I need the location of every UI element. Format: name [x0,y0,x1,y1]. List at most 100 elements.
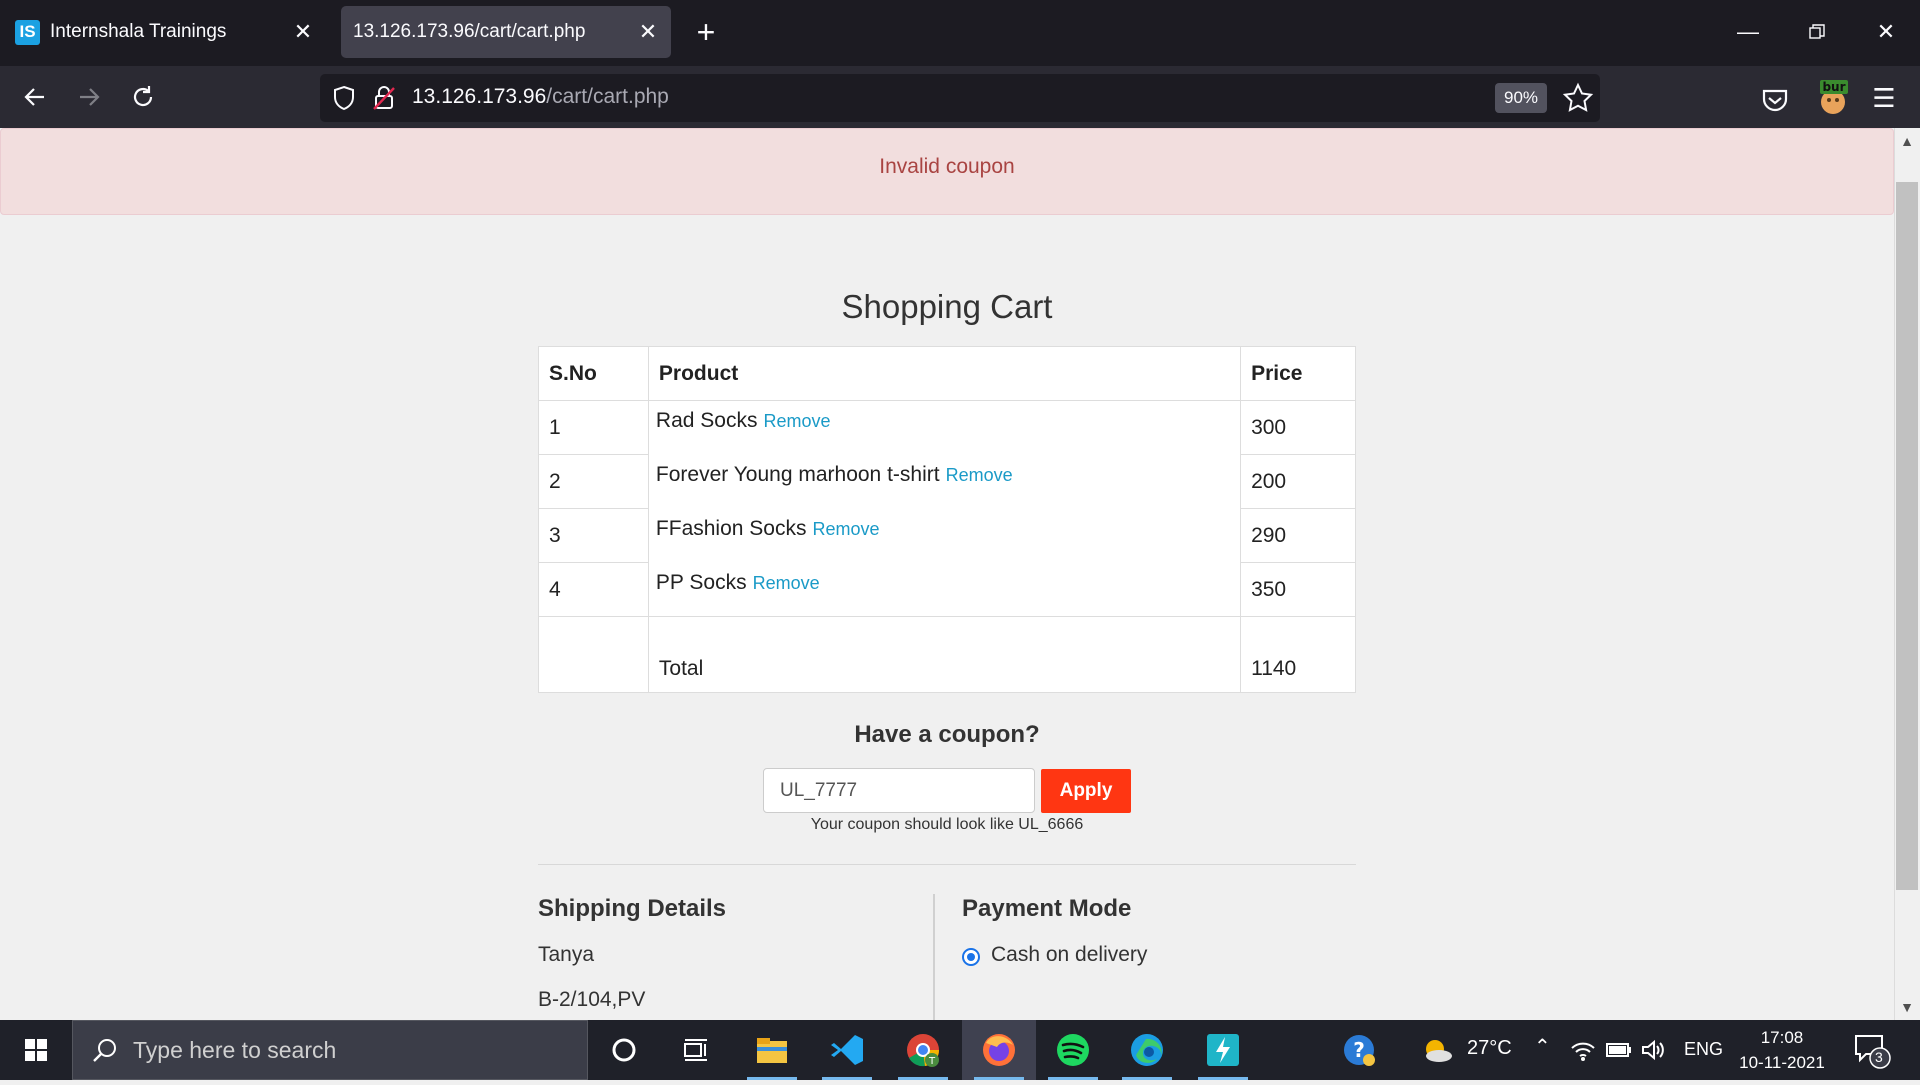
tab-bar: IS Internshala Trainings ✕ 13.126.173.96… [0,0,1920,66]
invalid-coupon-alert: Invalid coupon [0,128,1894,215]
weather-icon[interactable] [1412,1020,1462,1080]
clock[interactable]: 17:08 10-11-2021 [1722,1025,1842,1075]
svg-text:T: T [928,1056,936,1067]
product-cell: FFashion Socks Remove [647,508,1242,563]
new-tab-button[interactable]: + [688,14,724,50]
extension-icon[interactable]: bur [1814,78,1854,118]
internshala-favicon-icon: IS [15,19,40,45]
tab-title: Internshala Trainings [50,21,227,42]
wifi-icon[interactable] [1570,1038,1596,1062]
forward-icon[interactable] [68,76,110,118]
table-row: 4 PP Socks Remove 350 [538,562,1356,617]
window-close-icon[interactable]: ✕ [1866,12,1906,52]
hamburger-menu-icon[interactable]: ☰ [1866,80,1902,116]
empty-cell [538,616,649,693]
language-indicator[interactable]: ENG [1684,1039,1723,1060]
taskbar: Type here to search T ? 27°C ⌃ ENG 17:08… [0,1020,1920,1080]
volume-icon[interactable] [1640,1038,1666,1062]
battery-icon[interactable] [1606,1040,1632,1060]
windows-start-icon[interactable] [0,1020,72,1080]
coupon-heading: Have a coupon? [854,721,1040,748]
zoom-level-badge[interactable]: 90% [1495,83,1547,113]
insecure-lock-icon[interactable] [370,84,398,112]
cortana-icon[interactable] [587,1020,661,1080]
url-text[interactable]: 13.126.173.96/cart/cart.php [412,85,669,109]
bookmark-star-icon[interactable] [1560,80,1596,116]
scroll-down-icon[interactable]: ▼ [1896,996,1918,1018]
table-header-row: S.No Product Price [538,346,1356,401]
product-cell: Rad Socks Remove [647,400,1242,455]
clock-date: 10-11-2021 [1739,1053,1825,1072]
shipping-address: B-2/104,PV [538,988,646,1011]
apply-button[interactable]: Apply [1041,769,1131,813]
cash-on-delivery-radio[interactable] [962,948,980,966]
sno-cell: 4 [538,562,649,617]
svg-text:bur: bur [1822,80,1845,94]
chevron-up-icon[interactable]: ⌃ [1534,1034,1551,1059]
bolt-app-icon[interactable] [1186,1020,1260,1080]
pocket-icon[interactable] [1758,83,1792,117]
vertical-divider [933,894,935,1020]
clock-time: 17:08 [1760,1028,1804,1047]
cash-on-delivery-label[interactable]: Cash on delivery [991,943,1147,967]
close-icon[interactable]: ✕ [633,19,663,45]
taskbar-search-box[interactable]: Type here to search [72,1020,588,1080]
minimize-icon[interactable]: — [1728,12,1768,52]
scrollbar-thumb[interactable] [1896,182,1918,890]
column-header-price: Price [1240,346,1356,401]
payment-mode-heading: Payment Mode [962,895,1132,922]
coupon-hint: Your coupon should look like UL_6666 [810,816,1084,833]
spotify-icon[interactable] [1036,1020,1110,1080]
remove-link[interactable]: Remove [753,573,820,593]
table-row: 2 Forever Young marhoon t-shirt Remove 20… [538,454,1356,509]
tab-internshala[interactable]: IS Internshala Trainings ✕ [6,6,326,58]
price-cell: 290 [1240,508,1356,563]
shipping-details-heading: Shipping Details [538,895,727,922]
price-cell: 300 [1240,400,1356,455]
product-name: Forever Young marhoon t-shirt [655,462,940,486]
column-header-sno: S.No [538,346,649,401]
table-row: 3 FFashion Socks Remove 290 [538,508,1356,563]
total-label: Total [647,616,1242,693]
tab-title: 13.126.173.96/cart/cart.php [353,21,586,42]
divider [538,864,1356,865]
product-cell: PP Socks Remove [647,562,1242,617]
tracking-shield-icon[interactable] [330,84,358,112]
sno-cell: 3 [538,508,649,563]
table-row: 1 Rad Socks Remove 300 [538,400,1356,455]
scroll-up-icon[interactable]: ▲ [1896,130,1918,152]
vscode-icon[interactable] [810,1020,884,1080]
remove-link[interactable]: Remove [946,465,1013,485]
coupon-input[interactable]: UL_7777 [763,768,1035,813]
file-explorer-icon[interactable] [735,1020,809,1080]
column-header-product: Product [647,346,1242,401]
search-icon [93,1039,116,1062]
firefox-icon[interactable] [962,1020,1036,1080]
total-row: Total 1140 [538,616,1356,693]
page-title: Shopping Cart [841,288,1053,325]
back-icon[interactable] [14,76,56,118]
search-placeholder: Type here to search [133,1037,337,1063]
remove-link[interactable]: Remove [812,519,879,539]
tab-cart[interactable]: 13.126.173.96/cart/cart.php ✕ [341,6,671,58]
help-icon[interactable]: ? [1324,1020,1394,1080]
weather-temperature[interactable]: 27°C [1467,1037,1512,1060]
task-view-icon[interactable] [659,1020,733,1080]
remove-link[interactable]: Remove [763,411,830,431]
close-icon[interactable]: ✕ [288,19,318,45]
shipping-name: Tanya [538,943,595,966]
edge-icon[interactable] [1110,1020,1184,1080]
sno-cell: 2 [538,454,649,509]
notification-center-icon[interactable]: 3 [1850,1030,1900,1070]
restore-icon[interactable] [1797,12,1837,52]
cart-table: S.No Product Price 1 Rad Socks Remove 300… [538,346,1356,693]
price-cell: 350 [1240,562,1356,617]
reload-icon[interactable] [122,76,164,118]
page-viewport: Invalid coupon Shopping Cart S.No Produc… [0,128,1894,1020]
svg-text:?: ? [1353,1038,1365,1062]
address-bar[interactable]: 13.126.173.96/cart/cart.php 90% [320,74,1600,122]
product-cell: Forever Young marhoon t-shirt Remove [647,454,1242,509]
product-name: PP Socks [655,570,747,594]
chrome-icon[interactable]: T [886,1020,960,1080]
notification-count: 3 [1875,1049,1883,1065]
